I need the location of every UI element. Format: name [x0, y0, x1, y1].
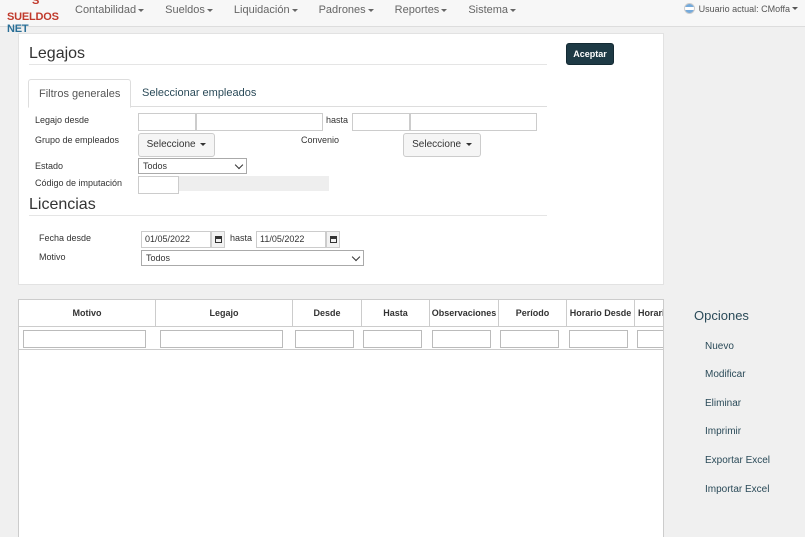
- legajo-hasta-input[interactable]: [352, 113, 410, 131]
- codigo-imputacion-label: Código de imputación: [35, 178, 123, 188]
- legajos-title: Legajos: [29, 45, 86, 62]
- tab-seleccionar-empleados[interactable]: Seleccionar empleados: [132, 79, 266, 108]
- top-navbar: S SUELDOS NET Contabilidad Sueldos Liqui…: [0, 0, 805, 35]
- menu-liquidacion[interactable]: Liquidación: [234, 0, 298, 20]
- grid-filter-row: [19, 327, 663, 350]
- logo-mark: S: [32, 0, 40, 7]
- licencias-grid: Motivo Legajo Desde Hasta Observaciones …: [18, 299, 664, 537]
- filter-motivo-input[interactable]: [23, 330, 146, 348]
- chevron-down-icon: [465, 142, 472, 146]
- chevron-down-icon: [510, 8, 517, 12]
- chevron-down-icon: [441, 8, 448, 12]
- user-menu[interactable]: Usuario actual: CMoffa: [683, 3, 798, 14]
- motivo-select[interactable]: Todos: [141, 250, 364, 266]
- motivo-label: Motivo: [39, 252, 66, 262]
- divider: [29, 215, 547, 216]
- grid-header-row: Motivo Legajo Desde Hasta Observaciones …: [19, 300, 663, 327]
- column-header-hasta[interactable]: Hasta: [362, 300, 430, 327]
- fecha-hasta-label: hasta: [230, 233, 253, 243]
- column-header-legajo[interactable]: Legajo: [156, 300, 293, 327]
- column-header-motivo[interactable]: Motivo: [19, 300, 156, 327]
- filters-panel: Legajos Aceptar Filtros generales Selecc…: [18, 33, 664, 285]
- main-menu: Contabilidad Sueldos Liquidación Padrone…: [75, 0, 537, 22]
- chevron-down-icon: [138, 8, 145, 12]
- fecha-desde-input[interactable]: 01/05/2022: [141, 231, 211, 248]
- current-user-label: Usuario actual: CMoffa: [698, 3, 790, 14]
- chevron-down-icon: [200, 142, 207, 146]
- menu-reportes[interactable]: Reportes: [395, 0, 448, 20]
- divider: [29, 64, 547, 65]
- chevron-down-icon: [351, 252, 361, 262]
- filter-periodo-input[interactable]: [500, 330, 559, 348]
- option-modificar[interactable]: Modificar: [705, 369, 746, 380]
- chevron-down-icon: [291, 8, 298, 12]
- filter-tabs: Filtros generales Seleccionar empleados: [28, 79, 547, 108]
- chevron-down-icon: [234, 160, 244, 170]
- convenio-select-button[interactable]: Seleccione: [403, 133, 481, 157]
- grupo-empleados-label: Grupo de empleados: [35, 135, 120, 145]
- filter-hasta-input[interactable]: [363, 330, 422, 348]
- convenio-label: Convenio: [301, 135, 340, 145]
- options-title: Opciones: [694, 308, 749, 323]
- column-header-periodo[interactable]: Período: [499, 300, 567, 327]
- chevron-down-icon: [792, 7, 798, 10]
- codigo-imputacion-description: [179, 176, 329, 191]
- menu-sistema[interactable]: Sistema: [468, 0, 517, 20]
- chevron-down-icon: [206, 8, 213, 12]
- estado-label: Estado: [35, 161, 64, 171]
- legajo-desde-input[interactable]: [138, 113, 196, 131]
- filter-desde-input[interactable]: [295, 330, 354, 348]
- menu-contabilidad[interactable]: Contabilidad: [75, 0, 145, 20]
- option-nuevo[interactable]: Nuevo: [705, 341, 734, 352]
- option-eliminar[interactable]: Eliminar: [705, 398, 741, 409]
- filter-horario-desde-input[interactable]: [569, 330, 628, 348]
- accept-button[interactable]: Aceptar: [566, 43, 614, 65]
- licencias-title: Licencias: [29, 196, 96, 213]
- menu-padrones[interactable]: Padrones: [319, 0, 374, 20]
- filter-legajo-input[interactable]: [160, 330, 283, 348]
- option-importar-excel[interactable]: Importar Excel: [705, 484, 769, 495]
- legajo-hasta-name-input[interactable]: [410, 113, 537, 131]
- filter-horario-hasta-input[interactable]: [637, 330, 663, 348]
- calendar-icon[interactable]: [326, 231, 340, 248]
- chevron-down-icon: [367, 8, 374, 12]
- column-header-horario-desde[interactable]: Horario Desde: [567, 300, 635, 327]
- logo-text-part1: SUELDOS: [7, 11, 59, 23]
- fecha-hasta-input[interactable]: 11/05/2022: [256, 231, 326, 248]
- legajo-desde-name-input[interactable]: [196, 113, 323, 131]
- fecha-desde-label: Fecha desde: [39, 233, 92, 243]
- legajo-hasta-label: hasta: [326, 115, 349, 125]
- tab-filtros-generales[interactable]: Filtros generales: [28, 79, 132, 108]
- app-logo[interactable]: S SUELDOS NET: [6, 0, 68, 35]
- legajo-desde-label: Legajo desde: [35, 115, 90, 125]
- menu-sueldos[interactable]: Sueldos: [165, 0, 213, 20]
- option-imprimir[interactable]: Imprimir: [705, 426, 741, 437]
- calendar-icon[interactable]: [211, 231, 225, 248]
- column-header-desde[interactable]: Desde: [293, 300, 362, 327]
- grupo-empleados-select-button[interactable]: Seleccione: [138, 133, 215, 157]
- filter-observaciones-input[interactable]: [432, 330, 491, 348]
- estado-select[interactable]: Todos: [138, 158, 247, 174]
- codigo-imputacion-input[interactable]: [138, 176, 179, 194]
- column-header-horario-hasta[interactable]: Horario Hasta: [635, 300, 663, 327]
- option-exportar-excel[interactable]: Exportar Excel: [705, 455, 770, 466]
- column-header-observaciones[interactable]: Observaciones: [430, 300, 499, 327]
- argentina-flag-icon: [683, 3, 695, 14]
